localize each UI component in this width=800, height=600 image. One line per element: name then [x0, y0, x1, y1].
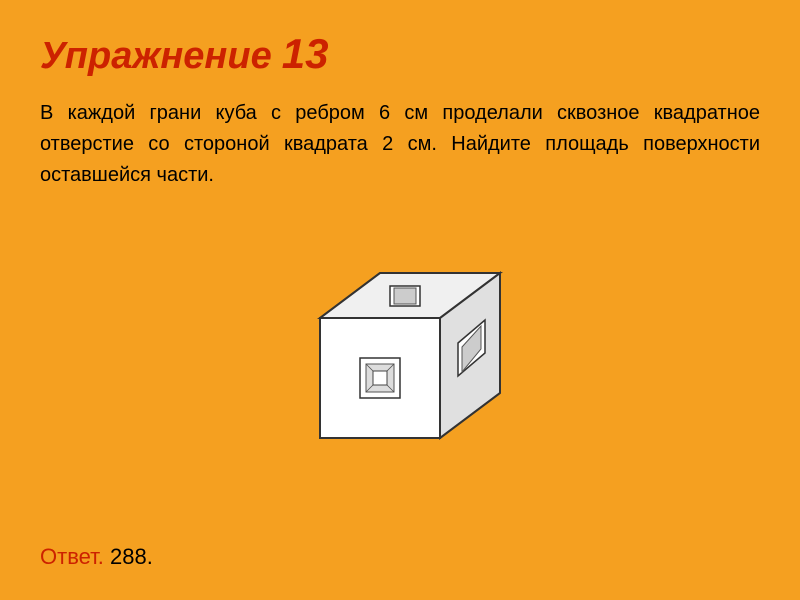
answer-label: Ответ.: [40, 544, 104, 569]
answer-value: 288.: [110, 544, 153, 569]
answer-section: Ответ. 288.: [40, 534, 760, 570]
title-number: 13: [282, 30, 329, 78]
answer-text: Ответ. 288.: [40, 544, 153, 569]
page-container: Упражнение 13 В каждой грани куба с ребр…: [0, 0, 800, 600]
cube-diagram: [290, 258, 510, 478]
title-prefix: Упражнение: [40, 35, 272, 78]
problem-text: В каждой грани куба с ребром 6 см продел…: [40, 98, 760, 191]
cube-image-container: [40, 221, 760, 514]
title-line: Упражнение 13: [40, 30, 760, 78]
